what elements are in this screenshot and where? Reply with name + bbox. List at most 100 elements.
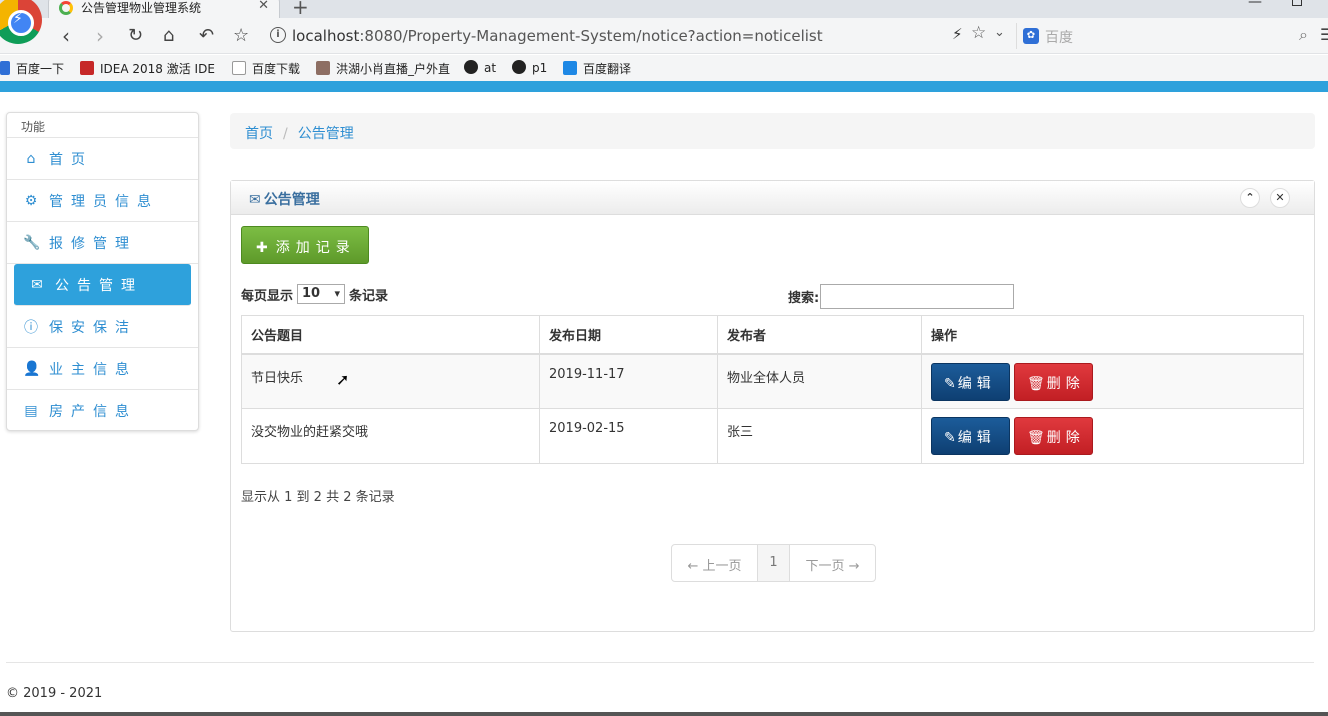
sidebar-item-repair[interactable]: 🔧 报修管理 [7,222,198,264]
bookmark-favicon-icon [0,61,10,75]
sidebar-title: 功能 [7,113,198,138]
tab-favicon-icon [59,1,73,15]
favorite-star-icon[interactable]: ☆ [971,23,986,43]
breadcrumb: 首页 / 公告管理 [230,113,1315,149]
table-search: 搜索: [788,284,1015,309]
bookmark-page-icon [232,61,246,75]
sidebar-item-home[interactable]: ⌂ 首页 [7,138,198,180]
home-nav-icon[interactable]: ⌂ [163,25,174,46]
search-label: 搜索: [788,291,820,306]
chevron-down-icon[interactable]: ⌄ [994,25,1005,40]
sidebar-item-label: 管理员信息 [49,193,159,210]
panel-title: 公告管理 [263,192,320,208]
browser-tab[interactable]: 公告管理物业管理系统 ✕ [48,0,280,18]
window-minimize-icon[interactable]: — [1248,0,1262,10]
column-header-actions: 操作 [921,315,1304,355]
length-suffix: 条记录 [349,288,389,304]
site-info-icon[interactable]: i [270,27,286,43]
edit-button[interactable]: ✎ 编辑 [931,362,1010,401]
sidebar-item-label: 报修管理 [49,235,137,252]
cell-title: 没交物业的赶紧交哦 [241,408,540,464]
page-length-select[interactable]: 10 [297,284,346,304]
prev-page-button[interactable]: ← 上一页 [672,545,758,581]
reload-icon[interactable]: ↻ [128,25,143,46]
delete-button[interactable]: 🗑 删除 [1014,362,1093,401]
bookmark-item[interactable]: 百度下载 [232,60,300,77]
page-number-button[interactable]: 1 [758,545,790,581]
url-field[interactable]: i localhost:8080/Property-Management-Sys… [266,23,1012,49]
envelope-icon: ✉ [249,192,261,208]
sidebar-item-label: 房产信息 [49,404,137,420]
edit-icon: ✎ [944,430,956,446]
page-length-control: 每页显示 10 条记录 [241,284,388,304]
bookmark-item[interactable]: IDEA 2018 激活 IDE [80,60,215,77]
baidu-paw-icon: ✿ [1023,28,1039,44]
edit-icon: ✎ [944,375,956,392]
bookmark-item[interactable]: 百度一下 [0,60,64,77]
mouse-cursor-icon: ➚ [336,370,350,389]
window-maximize-icon[interactable] [1292,0,1302,6]
cell-publisher: 物业全体人员 [717,353,922,409]
plus-icon: ✚ [256,240,268,256]
home-icon: ⌂ [26,150,36,167]
list-icon: ▤ [24,403,38,419]
trash-icon: 🗑 [1027,430,1045,446]
edit-button[interactable]: ✎ 编辑 [931,417,1010,455]
table-info: 显示从 1 到 2 共 2 条记录 [241,490,395,505]
url-host: localhost [292,27,360,45]
bookmarks-bar: 百度一下 IDEA 2018 激活 IDE 百度下载 洪湖小肖直播_户外直 at… [0,55,1328,81]
sidebar: 功能 ⌂ 首页 ⚙ 管理员信息 🔧 报修管理 ✉ 公告管理 ⓘ 保安保洁 👤 业… [6,112,199,431]
footer-copyright: © 2019 - 2021 [6,686,103,701]
info-icon: ⓘ [24,319,38,336]
bookmark-item[interactable]: at [464,60,496,75]
bolt-icon[interactable]: ⚡ [952,25,963,43]
column-header-title[interactable]: 公告题目 [241,315,540,355]
next-page-button[interactable]: 下一页 → [790,545,875,581]
search-input[interactable] [820,284,1015,309]
undo-icon[interactable]: ↶ [199,25,214,46]
browser-search-input[interactable]: ✿ 百度 ⌕ [1016,23,1312,49]
tab-close-icon[interactable]: ✕ [258,0,269,13]
bookmark-item[interactable]: p1 [512,60,547,75]
sidebar-item-owner-info[interactable]: 👤 业主信息 [7,348,198,390]
forward-icon[interactable]: › [96,24,104,48]
cell-title: 节日快乐 [241,353,540,409]
panel-header: ✉ 公告管理 ⌃ ✕ [231,181,1314,215]
sidebar-item-property-info[interactable]: ▤ 房产信息 [7,390,198,432]
new-tab-icon[interactable]: + [292,0,309,19]
sidebar-item-label: 公告管理 [55,277,143,294]
delete-button[interactable]: 🗑 删除 [1014,417,1093,455]
notice-panel: ✉公告管理 ⌃ ✕ ✚添加记录 每页显示 10 条记录 搜索: 公告题目 发布日… [230,180,1315,632]
bookmark-item[interactable]: 洪湖小肖直播_户外直 [316,60,450,77]
menu-icon[interactable]: ☰ [1320,25,1328,44]
tab-title: 公告管理物业管理系统 [81,1,202,15]
column-header-publisher[interactable]: 发布者 [717,315,922,355]
translate-icon [563,61,577,75]
url-path: :8080/Property-Management-System/notice?… [359,27,823,45]
github-icon [512,60,526,74]
sidebar-item-label: 保安保洁 [49,319,137,336]
site-top-bar [0,81,1328,92]
add-record-button[interactable]: ✚ 添加记录 [241,226,369,264]
github-icon [464,60,478,74]
search-icon[interactable]: ⌕ [1299,25,1308,45]
back-icon[interactable]: ‹ [62,24,70,48]
breadcrumb-current-link[interactable]: 公告管理 [298,126,354,142]
cell-date: 2019-02-15 [539,408,718,464]
user-icon: 👤 [23,360,41,377]
sidebar-item-admin-info[interactable]: ⚙ 管理员信息 [7,180,198,222]
notice-table: 公告题目 发布日期 发布者 操作 节日快乐 2019-11-17 物业全体人员 … [241,315,1304,464]
cell-actions: ✎ 编辑 🗑 删除 [921,408,1304,464]
collapse-icon[interactable]: ⌃ [1240,188,1260,208]
bookmark-item[interactable]: 百度翻译 [563,60,631,77]
sidebar-item-notice[interactable]: ✉ 公告管理 [14,264,191,306]
breadcrumb-home-link[interactable]: 首页 [245,126,273,142]
close-icon[interactable]: ✕ [1270,188,1290,208]
cell-date: 2019-11-17 [539,353,718,409]
gear-icon: ⚙ [24,192,38,209]
footer-divider [6,662,1314,663]
bookmark-favicon-icon [316,61,330,75]
sidebar-item-security-cleaning[interactable]: ⓘ 保安保洁 [7,306,198,348]
bookmark-star-icon[interactable]: ☆ [233,25,249,46]
column-header-date[interactable]: 发布日期 [539,315,718,355]
